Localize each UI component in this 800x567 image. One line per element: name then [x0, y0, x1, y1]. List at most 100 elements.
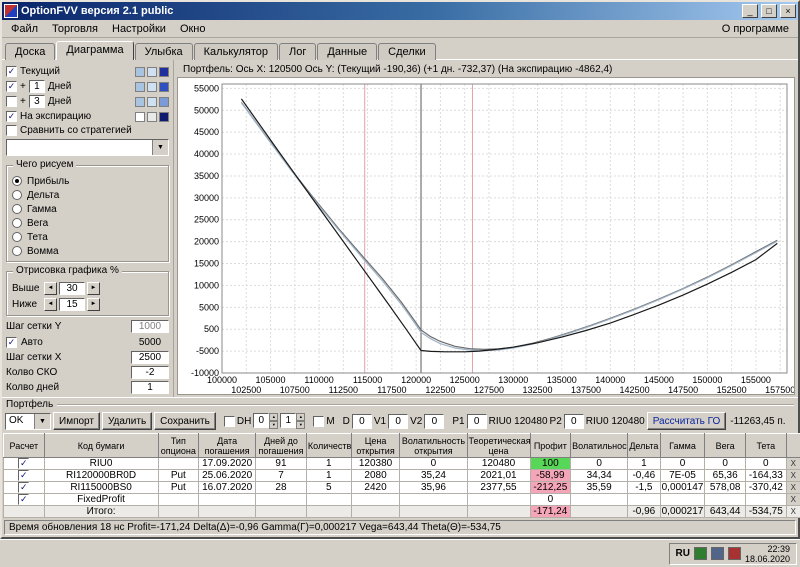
cell-theor_price[interactable]: 120480 [466, 457, 531, 470]
above-decrease-button[interactable]: ◄ [44, 281, 57, 295]
grid-x-input[interactable] [131, 350, 169, 364]
v2-input[interactable] [424, 413, 445, 429]
cell-opt_type[interactable] [157, 493, 200, 506]
column-header-6[interactable]: Количество [305, 433, 352, 458]
row-delete-button[interactable]: X [785, 493, 800, 506]
import-button[interactable]: Импорт [53, 412, 100, 430]
auto-grid-checkbox[interactable]: ✓ [6, 336, 17, 348]
cell-code[interactable]: RI115000BS0 [43, 481, 159, 494]
row-delete-button[interactable]: X [785, 469, 800, 482]
cell-qty[interactable]: 1 [305, 469, 352, 482]
v1-input[interactable] [388, 413, 409, 429]
cell-expiry[interactable]: 16.07.2020 [198, 481, 257, 494]
p1-input[interactable] [466, 413, 487, 429]
cell-theta[interactable]: -534,75 [744, 505, 787, 518]
color-swatch[interactable] [147, 111, 157, 122]
cell-opt_type[interactable] [157, 505, 200, 518]
cell-profit[interactable]: 100 [529, 457, 572, 470]
curve-checkbox[interactable]: ✓ [6, 111, 17, 122]
row-delete-button[interactable]: X [785, 505, 800, 518]
row-delete-button[interactable]: X [785, 457, 800, 470]
color-swatch[interactable] [159, 111, 169, 122]
below-input[interactable] [59, 297, 85, 311]
cell-opt_type[interactable]: Put [157, 469, 200, 482]
column-header-1[interactable]: Расчет [3, 433, 45, 458]
row-calc-checkbox[interactable]: ✓ [18, 494, 30, 505]
spin-down-icon[interactable]: ▼ [269, 421, 279, 429]
cell-open_vol[interactable]: 35,24 [399, 469, 468, 482]
draw-option-6[interactable]: Вомма [12, 244, 163, 258]
grid-y-input[interactable] [131, 320, 169, 334]
cell-volatility[interactable]: 35,59 [570, 481, 629, 494]
calc-cell[interactable]: ✓ [3, 457, 45, 470]
maximize-button[interactable]: □ [761, 4, 777, 18]
m-checkbox[interactable] [313, 415, 325, 427]
cell-vega[interactable]: 65,36 [704, 469, 746, 482]
color-swatch[interactable] [135, 96, 145, 107]
spin-up-icon[interactable]: ▲ [296, 413, 306, 421]
curve-checkbox[interactable]: ✓ [6, 81, 17, 92]
draw-option-3[interactable]: Гамма [12, 202, 163, 216]
cell-delta[interactable]: -1,5 [627, 481, 661, 494]
cell-opt_type[interactable]: Put [157, 481, 200, 494]
cell-delta[interactable]: 1 [627, 457, 661, 470]
column-header-12[interactable]: Дельта [627, 433, 661, 458]
column-header-7[interactable]: Цена открытия [350, 433, 401, 458]
cell-theor_price[interactable] [466, 505, 531, 518]
minimize-button[interactable]: _ [742, 4, 758, 18]
tab-5[interactable]: Лог [279, 43, 317, 60]
close-button[interactable]: × [780, 4, 796, 18]
cell-days_left[interactable] [255, 505, 307, 518]
cell-gamma[interactable]: 7E-05 [659, 469, 706, 482]
cell-volatility[interactable]: 0 [570, 457, 629, 470]
cell-theta[interactable]: 0 [744, 457, 787, 470]
calc-cell[interactable]: ✓ [3, 469, 45, 482]
row-calc-checkbox[interactable]: ✓ [18, 482, 30, 493]
cell-theor_price[interactable]: 2021,01 [466, 469, 531, 482]
days-offset-input[interactable] [28, 80, 45, 93]
color-swatch[interactable] [135, 66, 145, 77]
cell-profit[interactable]: -58,99 [529, 469, 572, 482]
cell-delta[interactable]: -0,46 [627, 469, 661, 482]
row-delete-button[interactable]: X [785, 481, 800, 494]
cell-qty[interactable] [305, 505, 352, 518]
cell-volatility[interactable] [570, 493, 629, 506]
calc-cell[interactable]: ✓ [3, 481, 45, 494]
cell-theor_price[interactable]: 2377,55 [466, 481, 531, 494]
cell-open_price[interactable] [350, 505, 401, 518]
column-header-5[interactable]: Дней до погашения [255, 433, 307, 458]
cell-open_vol[interactable]: 35,96 [399, 481, 468, 494]
cell-expiry[interactable] [198, 493, 257, 506]
cell-gamma[interactable]: 0,000217 [659, 505, 706, 518]
language-indicator[interactable]: RU [676, 548, 690, 559]
radio-icon[interactable] [12, 204, 22, 215]
cell-profit[interactable]: 0 [529, 493, 572, 506]
radio-icon[interactable] [12, 232, 22, 243]
cell-theta[interactable]: -370,42 [744, 481, 787, 494]
column-header-3[interactable]: Тип опциона [157, 433, 200, 458]
draw-option-1[interactable]: Прибыль [12, 174, 163, 188]
p2-input[interactable] [563, 413, 584, 429]
delete-button[interactable]: Удалить [101, 412, 153, 430]
dh-checkbox[interactable] [223, 415, 235, 427]
chart-plot[interactable]: 55000 50000 45000 40000 35000 30000 25000 20000… [177, 77, 795, 395]
column-header-4[interactable]: Дата погашения [198, 433, 257, 458]
cell-qty[interactable] [305, 493, 352, 506]
color-swatch[interactable] [159, 81, 169, 92]
cell-volatility[interactable] [570, 505, 629, 518]
dh-value-1-input[interactable] [253, 413, 270, 428]
below-increase-button[interactable]: ► [87, 297, 100, 311]
column-header-15[interactable]: Тета [744, 433, 787, 458]
cell-vega[interactable] [704, 493, 746, 506]
below-decrease-button[interactable]: ◄ [44, 297, 57, 311]
cell-opt_type[interactable] [157, 457, 200, 470]
above-increase-button[interactable]: ► [87, 281, 100, 295]
calc-go-button[interactable]: Рассчитать ГО [646, 412, 727, 430]
cell-days_left[interactable]: 7 [255, 469, 307, 482]
menu-item-2[interactable]: Торговля [45, 22, 105, 36]
tab-6[interactable]: Данные [317, 43, 378, 60]
tray-icon-3[interactable] [727, 547, 741, 560]
sko-count-input[interactable] [131, 365, 169, 379]
cell-open_vol[interactable]: 0 [399, 457, 468, 470]
column-header-8[interactable]: Волатильность открытия [399, 433, 468, 458]
